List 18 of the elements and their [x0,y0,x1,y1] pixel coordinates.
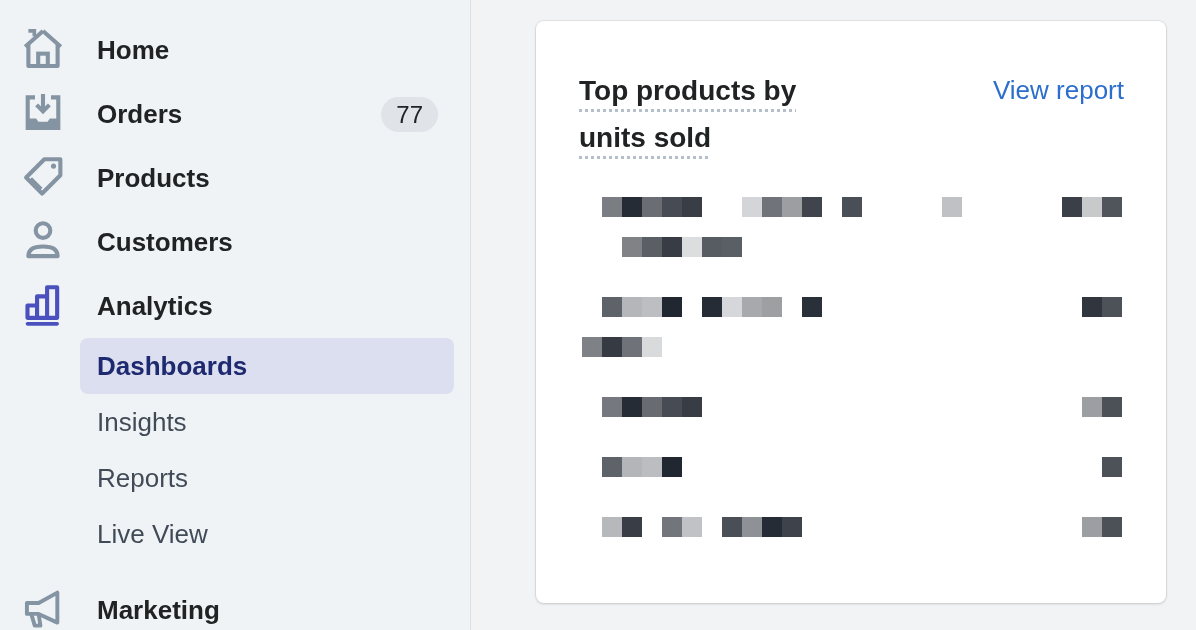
pixelated-text [1062,197,1122,217]
view-report-link[interactable]: View report [992,67,1124,114]
nav-subitem[interactable]: Live View [80,506,454,562]
nav-item[interactable]: Analytics [0,274,470,338]
nav-item[interactable]: Orders 77 [0,82,470,146]
nav-item[interactable]: Products [0,146,470,210]
nav-item[interactable]: Customers [0,210,470,274]
count-badge: 77 [381,96,438,132]
pixelated-text [1102,457,1122,477]
pixelated-text [1082,297,1122,317]
nav-subitem[interactable]: Insights [80,394,454,450]
pixelated-text [1082,517,1122,537]
nav-subitem[interactable]: Dashboards [80,338,454,394]
nav-subitem[interactable]: Reports [80,450,454,506]
card-title: Top products by units sold [579,74,798,155]
pixelated-text [1082,397,1122,417]
nav-item[interactable]: Home [0,18,470,82]
nav-item[interactable]: Marketing [0,578,470,630]
